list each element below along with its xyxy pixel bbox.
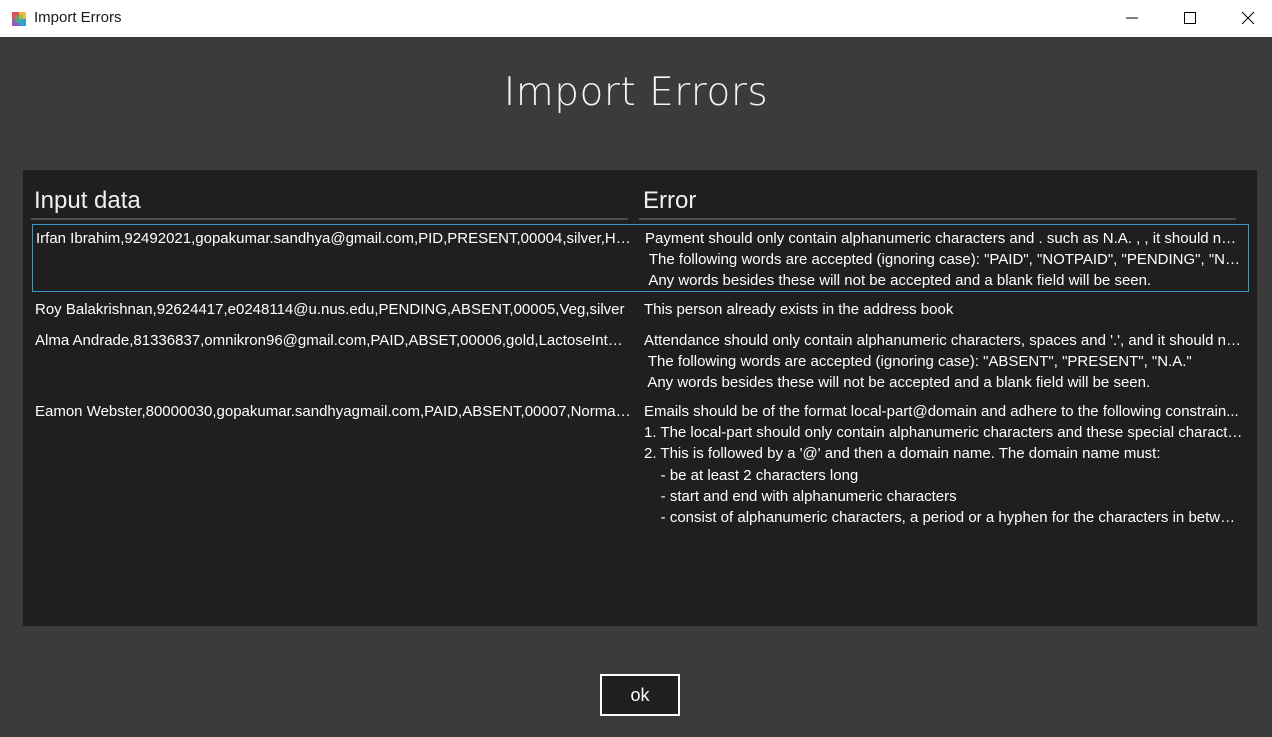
table-row[interactable]: Alma Andrade,81336837,omnikron96@gmail.c… [32, 327, 1247, 393]
input-data-cell: Alma Andrade,81336837,omnikron96@gmail.c… [35, 332, 631, 349]
column-divider [31, 218, 628, 220]
error-text-line: 1. The local-part should only contain al… [644, 424, 1243, 442]
input-data-cell: Irfan Ibrahim,92492021,gopakumar.sandhya… [36, 230, 632, 247]
minimize-icon [1126, 17, 1138, 19]
error-text-line: - start and end with alphanumeric charac… [644, 487, 957, 505]
column-divider [639, 218, 1236, 220]
error-text-line: This person already exists in the addres… [644, 301, 954, 318]
maximize-icon [1184, 12, 1196, 24]
error-text-line: - consist of alphanumeric characters, a … [644, 509, 1243, 527]
input-data-cell: Eamon Webster,80000030,gopakumar.sandhya… [35, 403, 631, 420]
error-text-line: The following words are accepted (ignori… [644, 353, 1192, 371]
import-errors-window: Import Errors Import Errors Input data E… [0, 0, 1272, 737]
error-cell: Attendance should only contain alphanume… [644, 330, 1243, 394]
error-text-line: The following words are accepted (ignori… [645, 251, 1244, 269]
close-icon [1241, 11, 1255, 25]
input-data-cell: Roy Balakrishnan,92624417,e0248114@u.nus… [35, 301, 625, 318]
window-title: Import Errors [34, 9, 122, 26]
error-text-line: Attendance should only contain alphanume… [644, 332, 1243, 349]
error-text-line: - be at least 2 characters long [644, 466, 859, 484]
import-errors-table: Input data Error Irfan Ibrahim,92492021,… [23, 170, 1257, 626]
error-text-line: 2. This is followed by a '@' and then a … [644, 445, 1161, 463]
error-text-line: Any words besides these will not be acce… [644, 374, 1151, 392]
maximize-button[interactable] [1161, 0, 1219, 37]
column-header-input-data[interactable]: Input data [34, 186, 141, 216]
ok-button[interactable]: ok [600, 674, 680, 716]
error-cell: Emails should be of the format local-par… [644, 401, 1243, 528]
error-text-line: Emails should be of the format local-par… [644, 403, 1239, 420]
table-row[interactable]: Irfan Ibrahim,92492021,gopakumar.sandhya… [32, 224, 1249, 292]
column-header-error[interactable]: Error [643, 186, 696, 216]
page-title: Import Errors [503, 70, 769, 115]
error-cell: This person already exists in the addres… [644, 299, 1243, 320]
app-logo-icon [12, 11, 26, 26]
error-cell: Payment should only contain alphanumeric… [645, 228, 1244, 292]
table-row[interactable]: Eamon Webster,80000030,gopakumar.sandhya… [32, 398, 1247, 528]
minimize-button[interactable] [1103, 0, 1161, 37]
close-button[interactable] [1219, 0, 1272, 37]
error-text-line: Payment should only contain alphanumeric… [645, 230, 1244, 247]
error-text-line: Any words besides these will not be acce… [645, 272, 1152, 290]
title-bar: Import Errors [0, 0, 1272, 37]
table-row[interactable]: Roy Balakrishnan,92624417,e0248114@u.nus… [32, 296, 1247, 322]
